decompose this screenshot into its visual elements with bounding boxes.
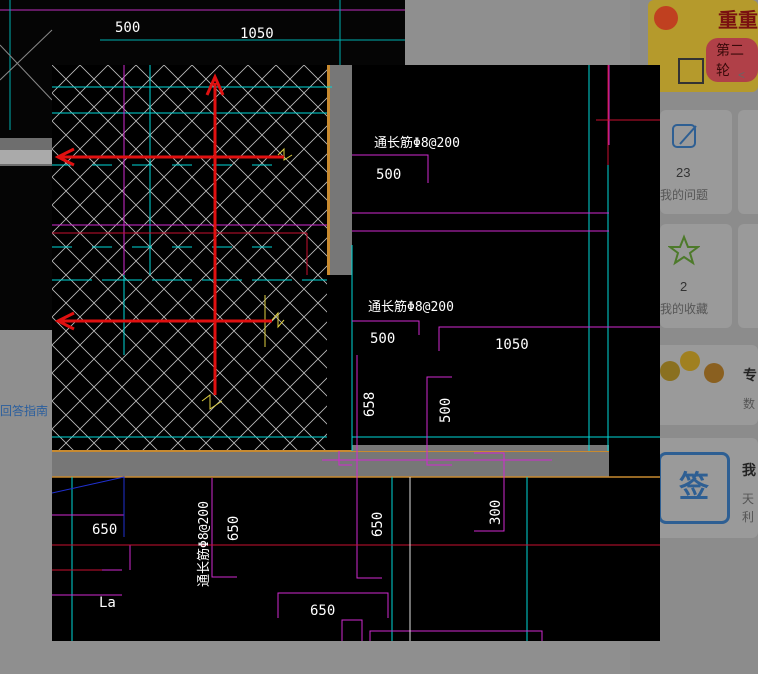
medal-icon-3 [704, 363, 724, 383]
promo-banner[interactable]: 重重好 第二轮 < [648, 0, 758, 92]
answer-guide-link[interactable]: 回答指南 [0, 402, 48, 419]
wall-band-horizontal [52, 451, 609, 477]
dim-300: 300 [488, 500, 504, 525]
cad-drawing-svg: 通长筋Φ8@200 500 通长筋Φ8@200 500 1050 658 500… [52, 65, 660, 641]
signin-line-2: 利 [742, 510, 755, 524]
background-dim-1050: 1050 [240, 26, 274, 42]
medal-icon-1 [680, 351, 700, 371]
background-cad-strip-light [0, 150, 60, 164]
promo-prev-arrow-icon[interactable]: < [738, 68, 745, 82]
gift-icon [678, 58, 704, 84]
rebar-label-top: 通长筋Φ8@200 [374, 135, 460, 151]
rebar-label-mid: 通长筋Φ8@200 [368, 299, 454, 315]
dim-500-mid: 500 [370, 331, 395, 347]
dim-650-bottom: 650 [310, 603, 335, 619]
stat-card-partial[interactable] [738, 110, 758, 214]
dim-650-vertical-1: 650 [226, 516, 242, 541]
dim-650-vertical-2: 650 [370, 512, 386, 537]
expert-section[interactable]: 专 数 [648, 345, 758, 425]
dim-500-vertical: 500 [438, 398, 454, 423]
signin-title: 我 [742, 462, 756, 478]
signin-line-1: 天 [742, 492, 755, 506]
stat-questions-count: 23 [676, 165, 691, 180]
dim-1050: 1050 [495, 337, 529, 353]
cad-drawing-image: 通长筋Φ8@200 500 通长筋Φ8@200 500 1050 658 500… [52, 65, 660, 641]
dim-500-top: 500 [376, 167, 401, 183]
wall-band-top [327, 65, 352, 275]
stat-questions-label: 我的问题 [660, 188, 709, 202]
promo-subtitle: 第二轮 [706, 38, 758, 82]
star-icon [668, 234, 700, 266]
la-label: La [99, 595, 116, 611]
hatched-slab-area [52, 65, 327, 453]
stat-card-questions[interactable]: 23 我的问题 [660, 110, 732, 214]
rebar-label-vertical: 通长筋Φ8@200 [196, 501, 212, 587]
signin-calendar-icon: 签 [658, 452, 730, 524]
medal-icon-2 [660, 361, 680, 381]
promo-clock-icon [654, 6, 678, 30]
stat-card-favorites[interactable]: 2 我的收藏 [660, 224, 732, 328]
signin-section[interactable]: 签 我 天 利 [648, 438, 758, 538]
stat-card-partial-2[interactable] [738, 224, 758, 328]
dim-650-left: 650 [92, 522, 117, 538]
edit-icon [672, 124, 697, 148]
expert-title: 专 [743, 367, 757, 383]
stat-favorites-label: 我的收藏 [660, 302, 709, 316]
expert-subtitle: 数 [743, 397, 756, 411]
background-dim-500: 500 [115, 20, 140, 36]
stat-favorites-count: 2 [680, 279, 688, 294]
dim-658: 658 [362, 392, 378, 417]
